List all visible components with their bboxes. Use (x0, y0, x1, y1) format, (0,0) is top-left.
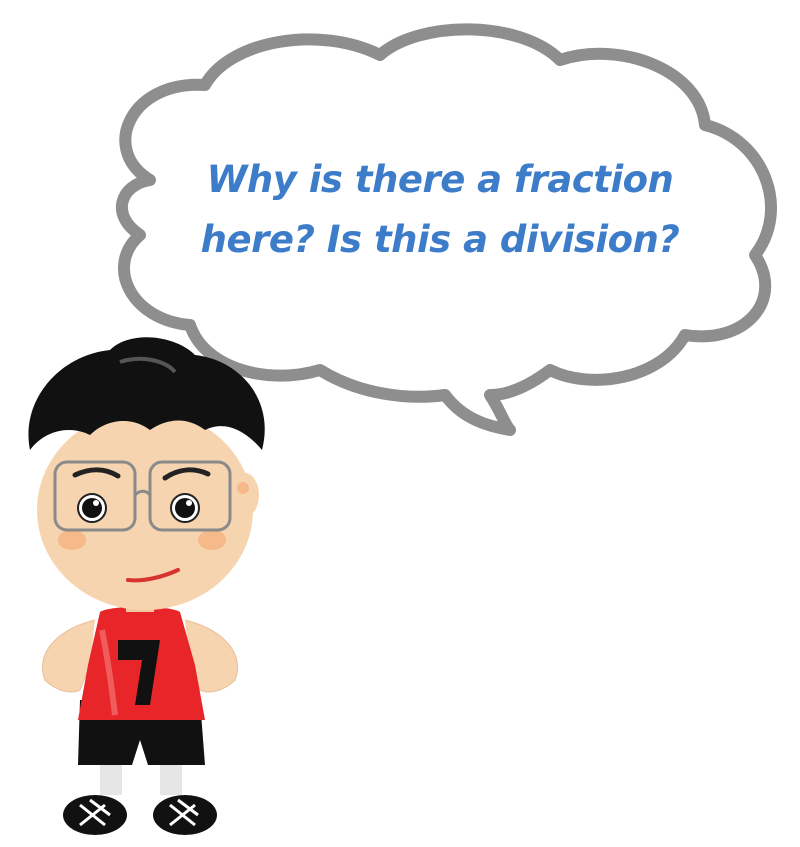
right-shoe-icon (153, 795, 217, 835)
left-shoe-icon (63, 795, 127, 835)
speech-line-1: Why is there a fraction (206, 158, 674, 201)
cartoon-boy-icon (28, 337, 265, 835)
speech-line-2: here? Is this a division? (200, 218, 680, 261)
speech-bubble-text: Why is there a fraction here? Is this a … (170, 150, 710, 270)
illustration-canvas (28, 23, 777, 835)
